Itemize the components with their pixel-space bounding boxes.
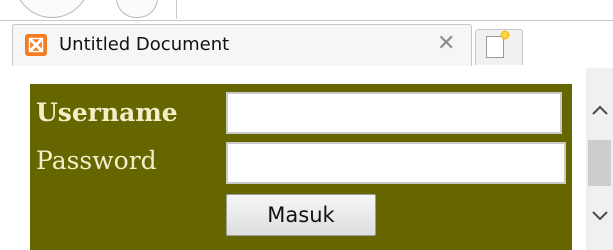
chevron-up-icon xyxy=(591,105,608,115)
back-button[interactable] xyxy=(14,0,90,18)
close-icon[interactable]: ✕ xyxy=(437,33,455,55)
scrollbar-thumb[interactable] xyxy=(588,140,611,186)
chevron-down-icon xyxy=(591,211,608,221)
navigation-toolbar xyxy=(0,0,613,21)
tab-bar: Untitled Document ✕ xyxy=(0,21,613,88)
password-input[interactable] xyxy=(226,142,566,184)
tab-untitled-document[interactable]: Untitled Document ✕ xyxy=(12,24,472,66)
new-tab-button[interactable] xyxy=(475,29,523,65)
login-form: Username Password Masuk xyxy=(30,84,572,250)
scroll-down-button[interactable] xyxy=(586,196,613,236)
xampp-icon xyxy=(25,34,47,56)
xampp-glyph xyxy=(28,37,44,53)
forward-button[interactable] xyxy=(116,0,158,18)
page-viewport: Username Password Masuk xyxy=(0,68,586,250)
new-tab-icon xyxy=(486,30,510,58)
vertical-scrollbar[interactable] xyxy=(586,68,613,250)
password-label: Password xyxy=(36,146,157,175)
username-input[interactable] xyxy=(226,92,562,134)
scroll-up-button[interactable] xyxy=(586,90,613,130)
tab-title: Untitled Document xyxy=(59,34,230,55)
submit-button[interactable]: Masuk xyxy=(226,194,376,236)
username-label: Username xyxy=(36,98,178,127)
toolbar-divider xyxy=(176,0,177,19)
browser-window: Untitled Document ✕ Username Password Ma… xyxy=(0,0,613,250)
